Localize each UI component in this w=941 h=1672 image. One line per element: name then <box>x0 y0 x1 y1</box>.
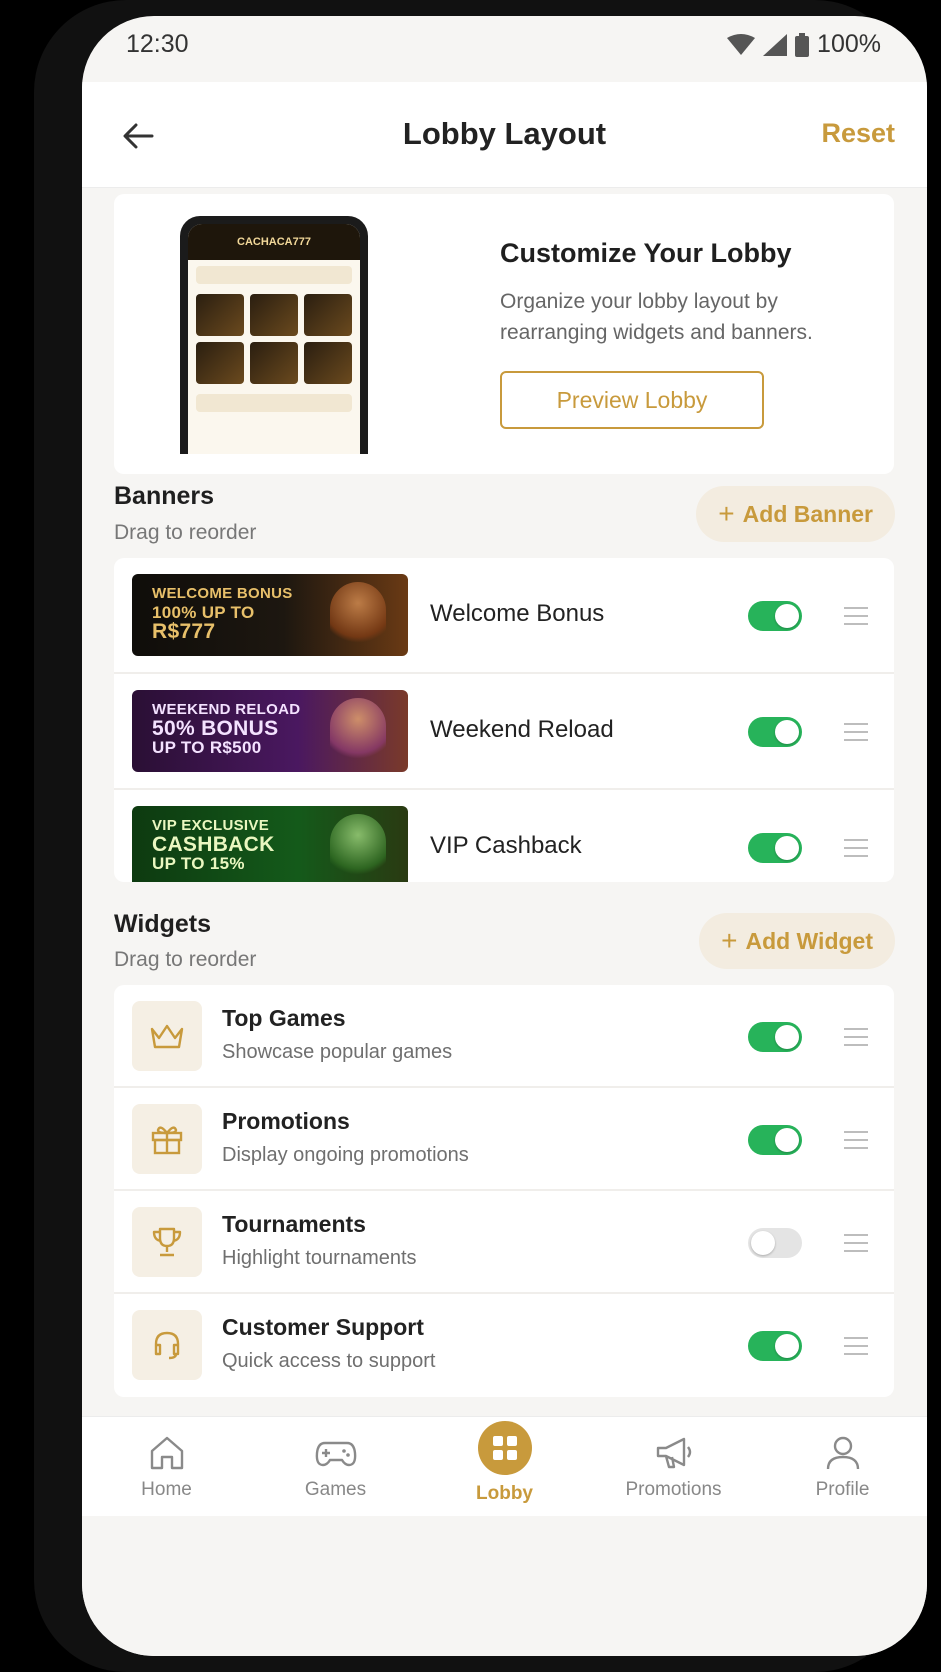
widgets-section-title: Widgets <box>114 910 211 938</box>
drag-handle-icon[interactable] <box>844 839 868 857</box>
signal-icon <box>763 33 788 56</box>
widget-subtitle: Highlight tournaments <box>222 1247 417 1269</box>
plus-icon: + <box>721 925 738 956</box>
drag-handle-icon[interactable] <box>844 1234 868 1252</box>
widget-list: Top Games Showcase popular games Promoti… <box>114 985 894 1397</box>
nav-home[interactable]: Home <box>82 1417 251 1516</box>
banner-row-welcome[interactable]: WELCOME BONUS 100% UP TO R$777 Welcome B… <box>114 558 894 674</box>
battery-icon <box>795 32 810 57</box>
reset-button[interactable]: Reset <box>821 118 895 149</box>
nav-label: Lobby <box>476 1483 533 1504</box>
character-illustration <box>330 698 386 768</box>
widget-title: Top Games <box>222 1005 346 1031</box>
crown-icon <box>132 1001 202 1071</box>
headset-icon <box>132 1310 202 1380</box>
top-app-bar: Lobby Layout Reset <box>82 82 927 188</box>
nav-games[interactable]: Games <box>251 1417 420 1516</box>
nav-profile[interactable]: Profile <box>758 1417 927 1516</box>
banner-thumbnail: WELCOME BONUS 100% UP TO R$777 <box>132 574 408 656</box>
character-illustration <box>330 582 386 652</box>
drag-handle-icon[interactable] <box>844 1131 868 1149</box>
trophy-icon <box>132 1207 202 1277</box>
widget-subtitle: Showcase popular games <box>222 1041 453 1063</box>
preview-lobby-button[interactable]: Preview Lobby <box>500 371 764 429</box>
add-banner-button[interactable]: + Add Banner <box>696 486 895 542</box>
mini-app-name: CACHACA777 <box>188 224 360 260</box>
widget-toggle[interactable] <box>748 1125 802 1155</box>
banner-list: WELCOME BONUS 100% UP TO R$777 Welcome B… <box>114 558 894 882</box>
nav-lobby[interactable]: Lobby <box>420 1417 589 1516</box>
nav-label: Profile <box>815 1479 870 1500</box>
banner-toggle[interactable] <box>748 833 802 863</box>
battery-level: 100% <box>817 30 881 58</box>
page-title: Lobby Layout <box>402 116 607 151</box>
home-indicator-area <box>82 1516 927 1656</box>
status-bar: 12:30 100% <box>82 16 927 76</box>
drag-handle-icon[interactable] <box>844 723 868 741</box>
widget-row-top-games[interactable]: Top Games Showcase popular games <box>114 985 894 1088</box>
add-widget-button[interactable]: + Add Widget <box>699 913 895 969</box>
banner-thumbnail: VIP EXCLUSIVE CASHBACK UP TO 15% <box>132 806 408 882</box>
user-icon <box>826 1436 859 1470</box>
gamepad-icon <box>315 1441 356 1467</box>
banner-toggle[interactable] <box>748 601 802 631</box>
widget-toggle[interactable] <box>748 1228 802 1258</box>
add-widget-label: Add Widget <box>745 927 873 954</box>
banner-name: Weekend Reload <box>430 716 614 743</box>
widget-title: Tournaments <box>222 1211 366 1237</box>
drag-handle-icon[interactable] <box>844 607 868 625</box>
grid-icon <box>477 1421 532 1475</box>
widget-subtitle: Quick access to support <box>222 1350 436 1372</box>
widget-row-customer-support[interactable]: Customer Support Quick access to support <box>114 1294 894 1397</box>
megaphone-icon <box>656 1437 691 1469</box>
plus-icon: + <box>718 498 735 529</box>
drag-handle-icon[interactable] <box>844 1028 868 1046</box>
bottom-navigation: Home Games Lobby Promotions Profile <box>82 1416 927 1516</box>
nav-label: Games <box>304 1479 367 1500</box>
widget-row-tournaments[interactable]: Tournaments Highlight tournaments <box>114 1191 894 1294</box>
banner-row-vip[interactable]: VIP EXCLUSIVE CASHBACK UP TO 15% VIP Cas… <box>114 790 894 882</box>
banners-section-subtitle: Drag to reorder <box>114 521 257 544</box>
banner-name: Welcome Bonus <box>430 600 605 627</box>
lobby-preview-image: CACHACA777 <box>180 216 368 454</box>
widget-row-promotions[interactable]: Promotions Display ongoing promotions <box>114 1088 894 1191</box>
add-banner-label: Add Banner <box>742 500 873 527</box>
banner-toggle[interactable] <box>748 717 802 747</box>
widget-toggle[interactable] <box>748 1331 802 1361</box>
widget-title: Customer Support <box>222 1314 424 1340</box>
banner-thumbnail: WEEKEND RELOAD 50% BONUS UP TO R$500 <box>132 690 408 772</box>
customize-card: CACHACA777 Customize Your Lobby Organize… <box>114 194 894 474</box>
widgets-section-subtitle: Drag to reorder <box>114 948 257 971</box>
status-time: 12:30 <box>126 30 189 58</box>
wifi-icon <box>727 33 756 55</box>
nav-label: Promotions <box>625 1479 722 1500</box>
banner-row-weekend[interactable]: WEEKEND RELOAD 50% BONUS UP TO R$500 Wee… <box>114 674 894 790</box>
widget-subtitle: Display ongoing promotions <box>222 1144 469 1166</box>
character-illustration <box>330 814 386 882</box>
hero-description: Organize your lobby layout by rearrangin… <box>500 290 813 344</box>
gift-icon <box>132 1104 202 1174</box>
nav-promotions[interactable]: Promotions <box>589 1417 758 1516</box>
phone-frame: 12:30 100% Lobby Layout Reset CACHACA777 <box>34 0 927 1672</box>
home-icon <box>150 1436 183 1470</box>
banner-name: VIP Cashback <box>430 832 582 859</box>
banners-section-title: Banners <box>114 482 215 510</box>
widget-title: Promotions <box>222 1108 350 1134</box>
drag-handle-icon[interactable] <box>844 1337 868 1355</box>
app-screen: 12:30 100% Lobby Layout Reset CACHACA777 <box>82 16 927 1656</box>
status-icons: 100% <box>727 30 881 59</box>
hero-title: Customize Your Lobby <box>500 238 792 268</box>
nav-label: Home <box>141 1479 192 1500</box>
widget-toggle[interactable] <box>748 1022 802 1052</box>
